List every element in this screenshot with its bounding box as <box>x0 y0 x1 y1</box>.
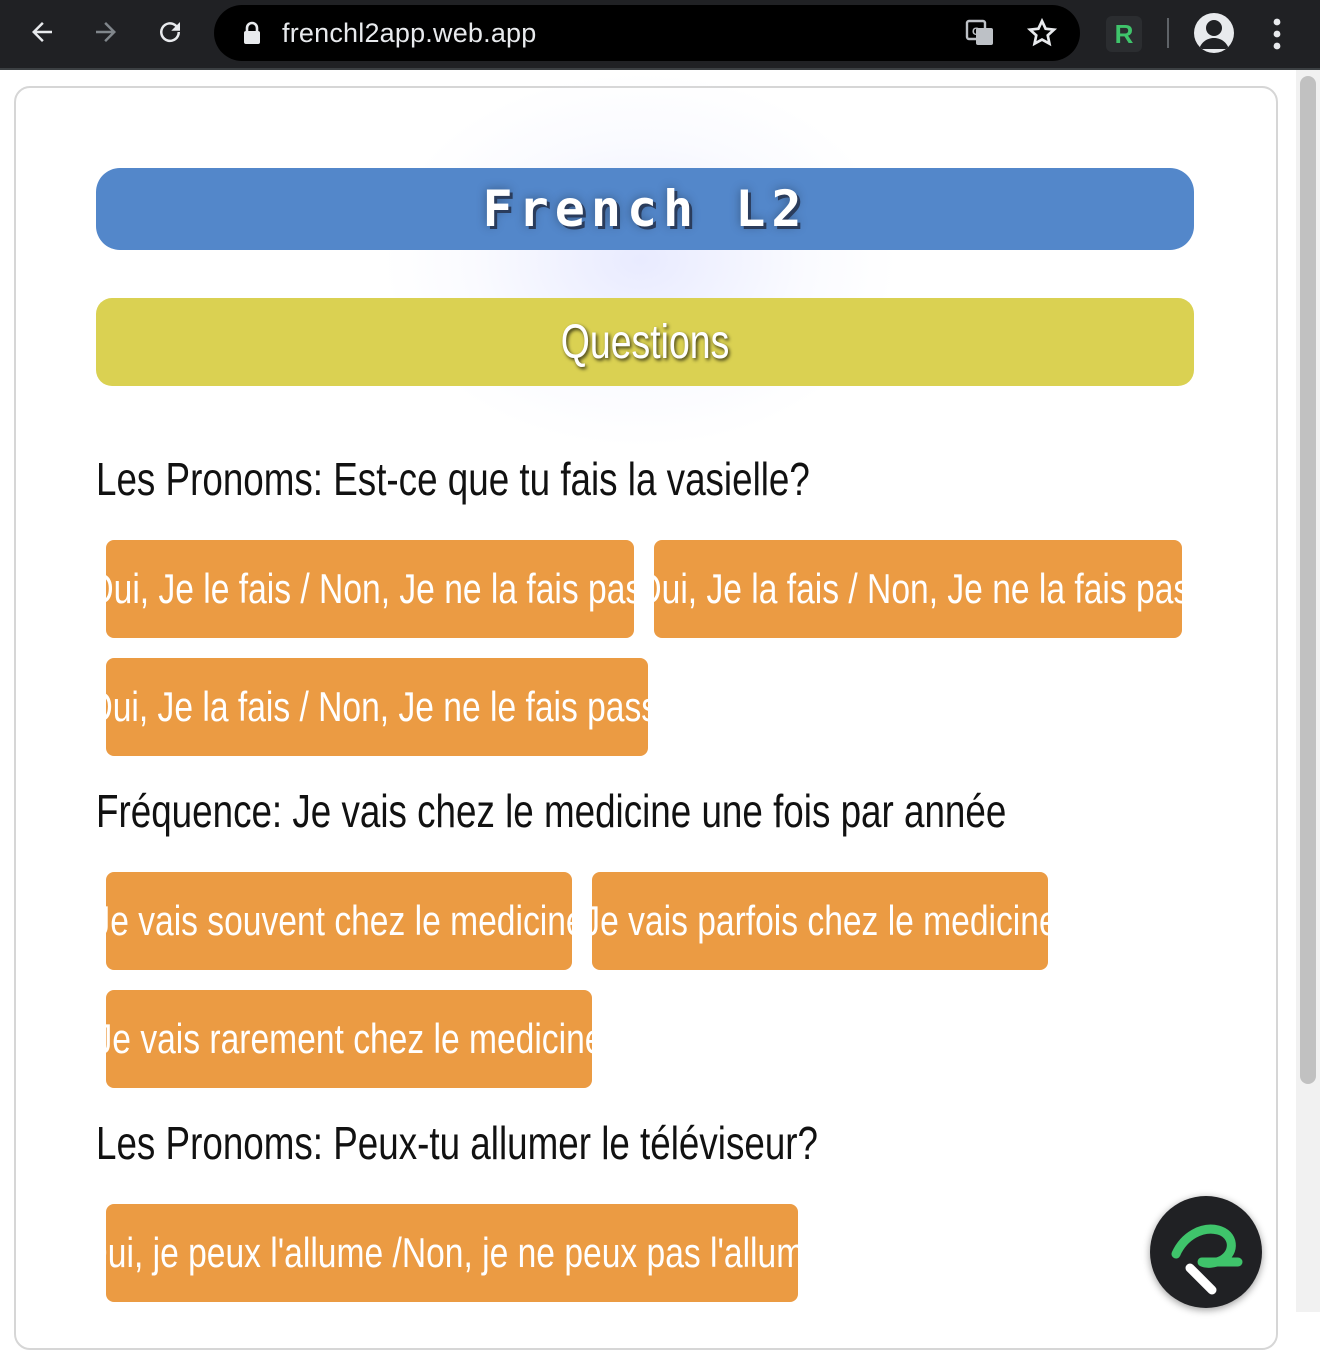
answer-label: Oui, Je la fais / Non, Je ne la fais pas… <box>654 565 1182 612</box>
profile-avatar-icon[interactable] <box>1194 13 1234 53</box>
answer-button[interactable]: Je vais parfois chez le medicine <box>592 872 1048 970</box>
browser-toolbar: frenchl2app.web.app G R <box>0 0 1320 70</box>
scrollbar-thumb[interactable] <box>1300 76 1316 1084</box>
url-text: frenchl2app.web.app <box>282 18 537 48</box>
background-glow <box>380 70 900 450</box>
extension-r-icon[interactable]: R <box>1106 16 1142 52</box>
answer-button[interactable]: Oui, Je la fais / Non, Je ne le fais pas… <box>106 658 648 756</box>
answer-button[interactable]: Je vais souvent chez le medicine <box>106 872 572 970</box>
answer-label: Je vais souvent chez le medicine <box>106 897 572 944</box>
address-bar[interactable]: frenchl2app.web.app G <box>214 5 1080 61</box>
answer-label: Oui, je peux l'allume /Non, je ne peux p… <box>106 1229 798 1276</box>
toolbar-separator <box>1167 18 1169 48</box>
section-title: Questions <box>560 315 730 369</box>
question-text: Les Pronoms: Peux-tu allumer le télévise… <box>96 1117 819 1169</box>
answer-label: Oui, Je la fais / Non, Je ne le fais pas… <box>106 683 648 730</box>
question-text: Les Pronoms: Est-ce que tu fais la vasie… <box>96 453 810 505</box>
answer-label: Je vais rarement chez le medicine <box>106 1015 592 1062</box>
star-icon[interactable] <box>1026 17 1058 49</box>
section-header: Questions <box>96 298 1194 386</box>
answer-button[interactable]: Je vais rarement chez le medicine <box>106 990 592 1088</box>
back-button[interactable] <box>22 12 62 52</box>
app-title-bar: French L2 <box>96 168 1194 250</box>
translate-icon[interactable]: G <box>964 17 996 49</box>
forward-button[interactable] <box>86 12 126 52</box>
answer-button[interactable]: Oui, Je la fais / Non, Je ne la fais pas… <box>654 540 1182 638</box>
arrow-right-icon <box>96 22 116 42</box>
answer-button[interactable]: Oui, Je le fais / Non, Je ne la fais pas… <box>106 540 634 638</box>
answer-button[interactable]: Oui, je peux l'allume /Non, je ne peux p… <box>106 1204 798 1302</box>
lock-icon <box>244 21 260 44</box>
reload-icon <box>160 22 181 43</box>
extension-label: R <box>1114 18 1134 49</box>
svg-text:G: G <box>972 26 981 38</box>
answer-label: Oui, Je le fais / Non, Je ne la fais pas… <box>106 565 634 612</box>
answer-label: Je vais parfois chez le medicine <box>592 897 1048 944</box>
person-icon <box>1199 20 1229 49</box>
r-logo-icon <box>1171 1224 1243 1295</box>
question-text: Fréquence: Je vais chez le medicine une … <box>96 785 1007 837</box>
floating-extension-button[interactable] <box>1150 1196 1262 1308</box>
more-menu-icon[interactable] <box>1262 14 1292 54</box>
reload-button[interactable] <box>150 12 190 52</box>
arrow-left-icon <box>32 22 52 42</box>
app-title: French L2 <box>482 180 808 238</box>
